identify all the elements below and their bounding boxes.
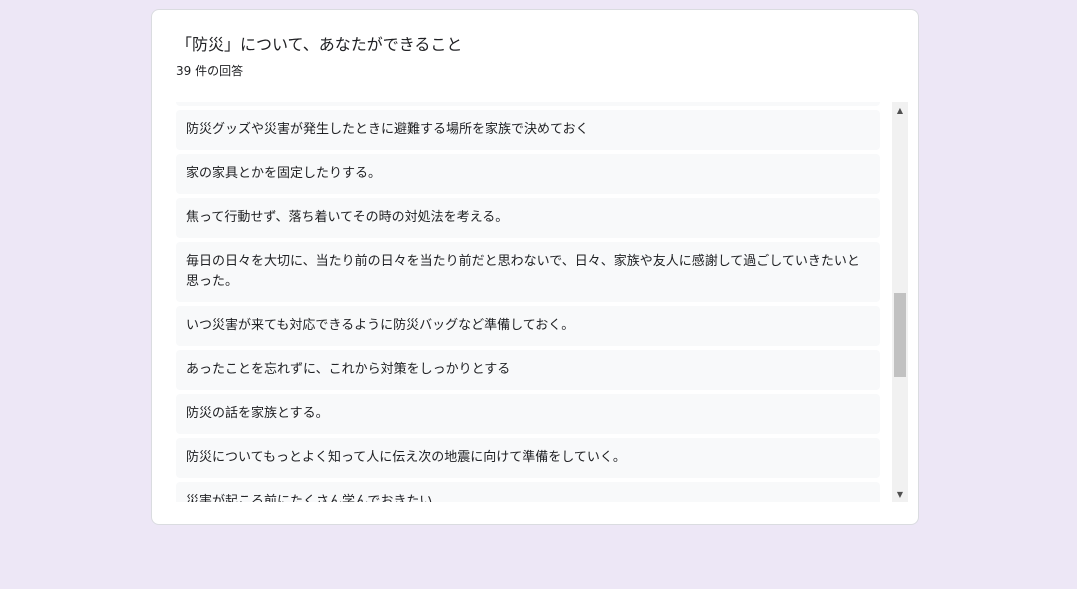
question-title: 「防災」について、あなたができること	[176, 35, 463, 54]
response-item: いつ災害が来ても対応できるように防災バッグなど準備しておく。	[176, 306, 880, 346]
scroll-down-icon[interactable]: ▼	[892, 486, 908, 502]
response-item: 防災の話を家族とする。	[176, 394, 880, 434]
response-item: 防災グッズや災害が発生したときに避難する場所を家族で決めておく	[176, 110, 880, 150]
response-item: 防災についてもっとよく知って人に伝え次の地震に向けて準備をしていく。	[176, 438, 880, 478]
scroll-up-icon[interactable]: ▲	[892, 102, 908, 118]
responses-list-content: 防災グッズや災害が発生したときに避難する場所を家族で決めておく 家の家具とかを固…	[176, 102, 880, 502]
scrollbar-thumb[interactable]	[894, 293, 906, 377]
response-item	[176, 102, 880, 106]
response-item: あったことを忘れずに、これから対策をしっかりとする	[176, 350, 880, 390]
response-item: 家の家具とかを固定したりする。	[176, 154, 880, 194]
response-card: 「防災」について、あなたができること 39 件の回答 防災グッズや災害が発生した…	[151, 9, 919, 525]
response-item: 毎日の日々を大切に、当たり前の日々を当たり前だと思わないで、日々、家族や友人に感…	[176, 242, 880, 302]
responses-scrollbar[interactable]: ▲ ▼	[892, 102, 908, 502]
response-item: 焦って行動せず、落ち着いてその時の対処法を考える。	[176, 198, 880, 238]
response-count: 39 件の回答	[176, 64, 244, 78]
responses-list[interactable]: 防災グッズや災害が発生したときに避難する場所を家族で決めておく 家の家具とかを固…	[176, 102, 892, 502]
response-item: 災害が起こる前にたくさん学んでおきたい	[176, 482, 880, 502]
